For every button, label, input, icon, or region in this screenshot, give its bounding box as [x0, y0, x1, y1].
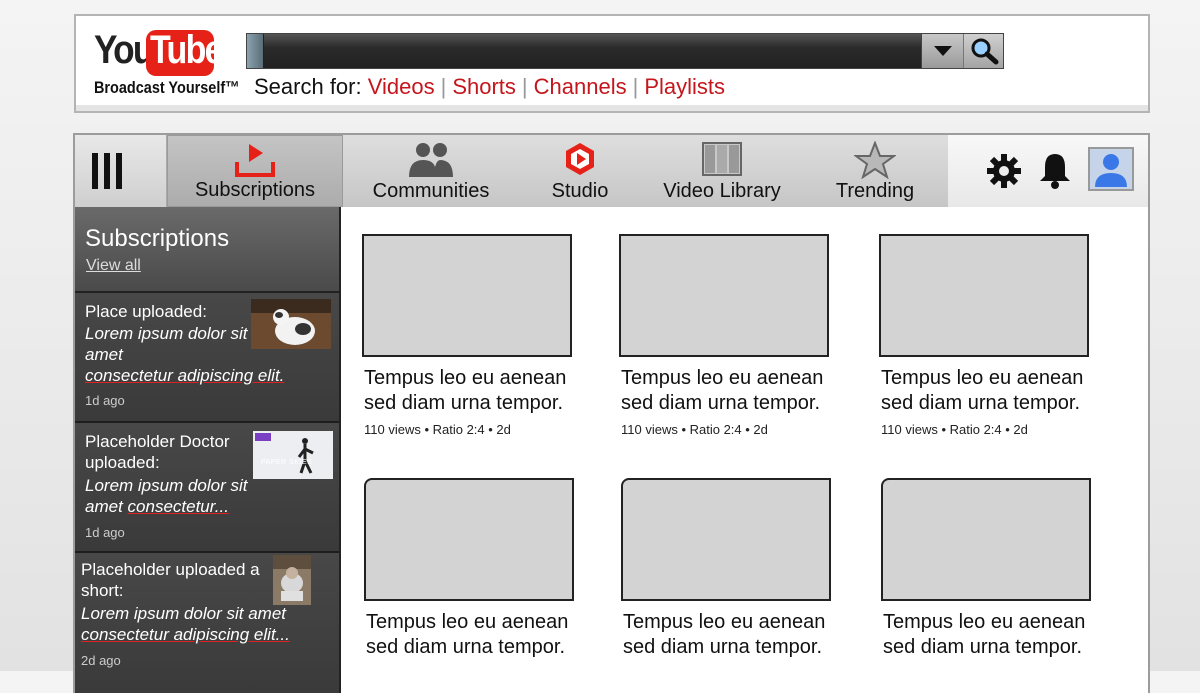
youtube-logo[interactable]: You Tube Broadcast Yourself™: [94, 28, 240, 108]
tab-label: Video Library: [663, 180, 781, 202]
video-title[interactable]: Tempus leo eu aenean sed diam urna tempo…: [366, 610, 586, 660]
user-avatar-icon[interactable]: [1088, 147, 1134, 191]
logo-tagline: Broadcast Yourself™: [94, 78, 240, 97]
video-title[interactable]: Tempus leo eu aenean sed diam urna tempo…: [621, 366, 841, 416]
search-filter-shorts[interactable]: Shorts: [452, 74, 516, 99]
menu-icon: [92, 153, 122, 189]
upload-description-text: Lorem ipsum dolor sit amet: [81, 604, 287, 623]
paper-skies-video-thumbnail: [253, 431, 333, 479]
video-meta: 110 views • Ratio 2:4 • 2d: [881, 422, 1028, 437]
tab-subscriptions[interactable]: Subscriptions: [167, 135, 343, 207]
studio-icon: [566, 143, 594, 175]
upload-description-link: consectetur adipiscing elit...: [81, 625, 290, 644]
caret-down-icon: [933, 46, 952, 56]
separator: |: [521, 74, 528, 99]
short-video-thumbnail: [273, 555, 311, 605]
tab-label: Studio: [551, 180, 609, 202]
upload-description-link: consectetur...: [127, 497, 229, 516]
upload-description: Lorem ipsum dolor sit amet consectetur ad…: [81, 603, 321, 645]
communities-icon: [409, 143, 453, 177]
search-filter-row: Search for: Videos | Shorts | Channels | Playl…: [254, 74, 725, 100]
video-thumbnail[interactable]: [879, 234, 1089, 357]
tab-trending[interactable]: Trending: [803, 135, 947, 207]
notifications-bell-icon[interactable]: [1038, 151, 1072, 189]
video-thumbnail[interactable]: [364, 478, 574, 601]
upload-author: Placeholder uploaded a short:: [81, 560, 260, 600]
search-icon: [971, 38, 998, 65]
upload-description-link: consectetur adipiscing elit.: [85, 366, 285, 385]
sidebar-header: Subscriptions View all: [75, 207, 339, 293]
nav-right-actions: [948, 135, 1148, 207]
video-thumbnail[interactable]: [619, 234, 829, 357]
video-meta: 110 views • Ratio 2:4 • 2d: [364, 422, 511, 437]
search-bar-left-cap: [247, 34, 264, 68]
video-title[interactable]: Tempus leo eu aenean sed diam urna tempo…: [623, 610, 843, 660]
tab-video-library[interactable]: Video Library: [641, 135, 803, 207]
video-title[interactable]: Tempus leo eu aenean sed diam urna tempo…: [364, 366, 584, 416]
video-library-icon: [702, 142, 742, 176]
video-thumbnail[interactable]: [621, 478, 831, 601]
tab-label: Communities: [372, 180, 490, 202]
site-header: You Tube Broadcast Yourself™ Search for:…: [74, 14, 1150, 113]
search-bar: [246, 33, 1004, 69]
search-filter-prefix: Search for:: [254, 74, 362, 99]
trending-star-icon: [854, 141, 896, 179]
view-all-link[interactable]: View all: [86, 257, 141, 275]
sidebar-title: Subscriptions: [85, 225, 230, 252]
upload-description: Lorem ipsum dolor sit amet consectetur..…: [85, 475, 265, 517]
cat-video-thumbnail: [251, 299, 331, 349]
upload-time: 1d ago: [85, 525, 125, 540]
separator: |: [632, 74, 639, 99]
video-grid: Tempus leo eu aenean sed diam urna tempo…: [341, 207, 1148, 693]
thumbnail-caption: PAPER SKIES: [261, 459, 313, 466]
search-dropdown-button[interactable]: [921, 34, 963, 68]
upload-time: 2d ago: [81, 653, 121, 668]
upload-author: Placeholder Doctor uploaded:: [85, 432, 230, 472]
tab-label: Trending: [835, 180, 915, 202]
upload-author: Place uploaded:: [85, 302, 207, 321]
video-meta: 110 views • Ratio 2:4 • 2d: [621, 422, 768, 437]
video-title[interactable]: Tempus leo eu aenean sed diam urna tempo…: [881, 366, 1101, 416]
settings-gear-icon[interactable]: [986, 153, 1022, 189]
sidebar-item[interactable]: Placeholder uploaded a short: Lorem ipsu…: [75, 553, 339, 693]
sidebar-item[interactable]: Place uploaded: Lorem ipsum dolor sit am…: [75, 293, 339, 423]
main-panel: Subscriptions Communities Studio Video L…: [73, 133, 1150, 693]
search-filter-videos[interactable]: Videos: [368, 74, 435, 99]
tab-studio[interactable]: Studio: [519, 135, 641, 207]
search-filter-playlists[interactable]: Playlists: [644, 74, 725, 99]
logo-tube-text: Tube: [150, 28, 224, 72]
menu-button[interactable]: [75, 135, 167, 207]
tab-communities[interactable]: Communities: [343, 135, 519, 207]
sidebar-item[interactable]: Placeholder Doctor uploaded: Lorem ipsum…: [75, 423, 339, 553]
video-thumbnail[interactable]: [881, 478, 1091, 601]
tab-label: Subscriptions: [194, 179, 316, 201]
logo-you-text: You: [94, 28, 154, 72]
search-button[interactable]: [963, 34, 1003, 68]
video-thumbnail[interactable]: [362, 234, 572, 357]
nav-bar: Subscriptions Communities Studio Video L…: [75, 135, 1148, 207]
subscriptions-icon: [235, 144, 275, 177]
subscriptions-sidebar: Subscriptions View all Place uploaded: L…: [75, 207, 341, 693]
upload-description-text: Lorem ipsum dolor sit amet: [85, 324, 248, 364]
search-filter-channels[interactable]: Channels: [534, 74, 627, 99]
video-title[interactable]: Tempus leo eu aenean sed diam urna tempo…: [883, 610, 1103, 660]
search-input[interactable]: [264, 34, 919, 68]
upload-time: 1d ago: [85, 393, 125, 408]
separator: |: [440, 74, 447, 99]
